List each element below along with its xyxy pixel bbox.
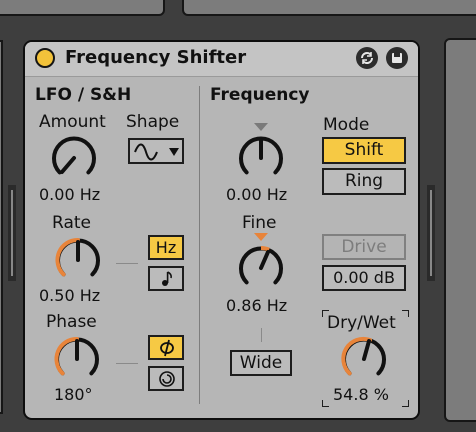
frequency-section-label: Frequency [210, 85, 310, 105]
right-neighbor-panel [444, 38, 476, 422]
ring-mode-button[interactable]: Ring [322, 168, 406, 195]
phase-connector [116, 363, 138, 364]
wide-connector [261, 328, 262, 342]
device-title: Frequency Shifter [65, 47, 247, 68]
hot-swap-icon [361, 52, 373, 64]
top-left-panel [0, 0, 165, 16]
rate-value[interactable]: 0.50 Hz [39, 286, 100, 305]
shape-label: Shape [126, 112, 180, 132]
chevron-down-icon [169, 148, 179, 156]
rate-sync-button[interactable] [148, 266, 184, 291]
dry-wet-value[interactable]: 54.8 % [333, 385, 389, 404]
device-power-button[interactable] [35, 48, 55, 68]
section-divider [199, 86, 200, 404]
dry-wet-frame-br [402, 400, 409, 407]
right-meter-bar [430, 190, 432, 276]
fine-label: Fine [242, 213, 277, 233]
spin-icon [159, 371, 175, 387]
amount-value[interactable]: 0.00 Hz [39, 185, 100, 204]
device-title-bar[interactable]: Frequency Shifter [25, 42, 418, 77]
mode-label: Mode [323, 115, 370, 135]
note-icon [162, 271, 172, 286]
left-neighbor-panel [0, 40, 3, 414]
dry-wet-label: Dry/Wet [327, 313, 396, 333]
phase-value[interactable]: 180° [54, 385, 93, 404]
rate-connector [116, 263, 138, 264]
rate-label: Rate [52, 213, 91, 233]
fine-value[interactable]: 0.86 Hz [226, 296, 287, 315]
drive-value-field[interactable]: 0.00 dB [322, 265, 406, 291]
fine-knob[interactable] [233, 240, 289, 296]
phase-knob[interactable] [49, 331, 105, 387]
frequency-coarse-value[interactable]: 0.00 Hz [226, 185, 287, 204]
dry-wet-frame-tr [402, 310, 409, 317]
dry-wet-frame-bl [322, 400, 329, 407]
save-preset-button[interactable] [386, 47, 408, 69]
shape-selector[interactable] [128, 138, 184, 164]
wide-button[interactable]: Wide [230, 350, 292, 376]
phi-icon [160, 339, 174, 357]
phase-mode-button[interactable] [148, 335, 184, 360]
drive-button[interactable]: Drive [322, 234, 406, 260]
amount-label: Amount [39, 112, 106, 132]
left-meter-bar [11, 190, 13, 276]
lfo-section-label: LFO / S&H [35, 85, 132, 105]
rate-knob[interactable] [50, 232, 106, 288]
top-right-panel [182, 0, 476, 16]
dry-wet-knob[interactable] [336, 331, 392, 387]
sine-wave-icon [134, 143, 158, 161]
spin-mode-button[interactable] [148, 366, 184, 391]
phase-label: Phase [46, 312, 97, 332]
amount-knob[interactable] [46, 130, 102, 186]
shift-mode-button[interactable]: Shift [322, 137, 406, 164]
frequency-shifter-device: Frequency Shifter LFO / S&H Amount 0.00 … [23, 40, 420, 420]
save-preset-icon [392, 53, 402, 63]
rate-hz-button[interactable]: Hz [148, 235, 184, 260]
frequency-coarse-knob[interactable] [233, 130, 289, 186]
hot-swap-button[interactable] [356, 47, 378, 69]
